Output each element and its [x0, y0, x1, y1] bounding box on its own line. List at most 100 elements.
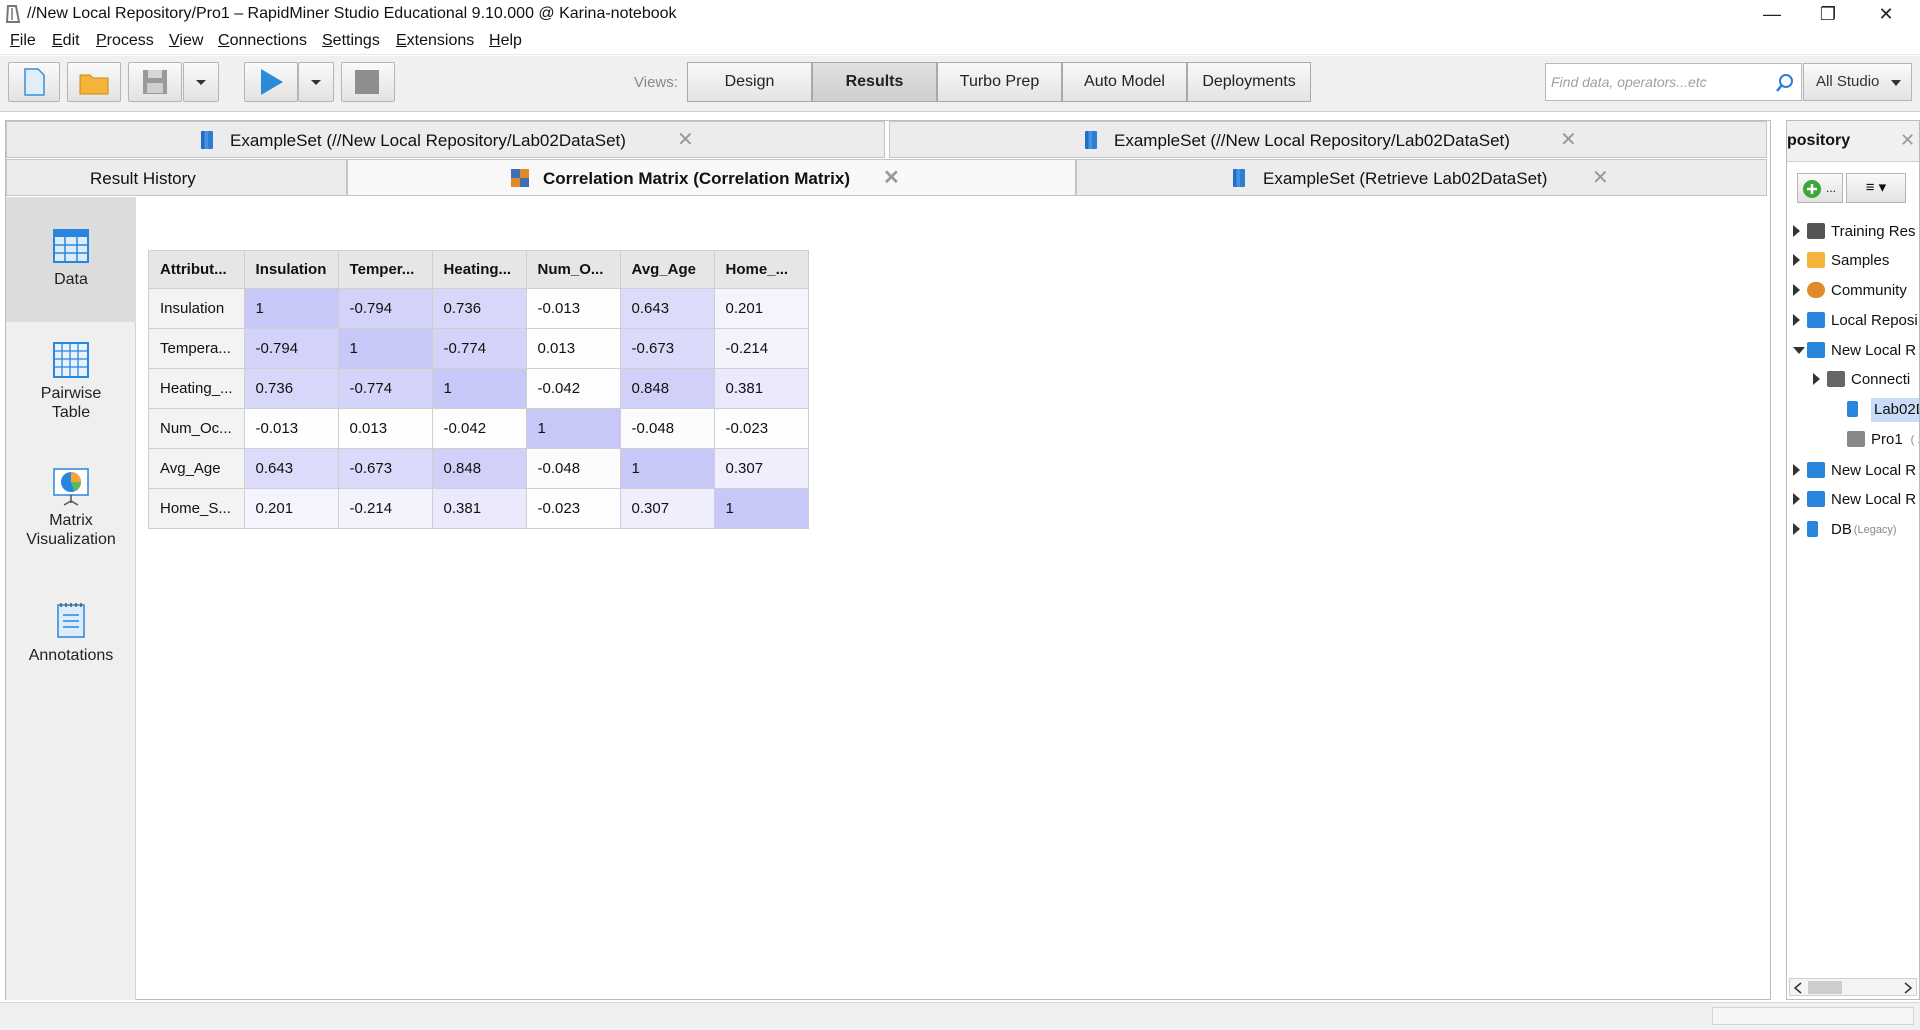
- chevron-right-icon[interactable]: [1793, 225, 1800, 237]
- correlation-cell[interactable]: 0.381: [713, 368, 809, 409]
- chevron-right-icon[interactable]: [1793, 254, 1800, 266]
- chevron-right-icon[interactable]: [1793, 314, 1800, 326]
- correlation-cell[interactable]: -0.794: [243, 328, 339, 369]
- add-repository-button[interactable]: ...: [1797, 173, 1843, 203]
- menu-edit[interactable]: Edit: [52, 32, 80, 50]
- close-window-button[interactable]: ✕: [1858, 0, 1914, 29]
- view-results-button[interactable]: Results: [812, 62, 937, 102]
- correlation-cell[interactable]: 0.013: [525, 328, 621, 369]
- correlation-cell[interactable]: -0.214: [713, 328, 809, 369]
- correlation-cell[interactable]: 0.013: [337, 408, 433, 449]
- chevron-right-icon[interactable]: [1813, 373, 1820, 385]
- column-header[interactable]: Avg_Age: [619, 250, 715, 289]
- repository-tree-item[interactable]: Lab02Da: [1787, 396, 1919, 424]
- menu-view[interactable]: View: [169, 32, 203, 50]
- repository-tree-item[interactable]: Local Reposi: [1787, 307, 1919, 335]
- search-icon[interactable]: [1775, 73, 1795, 93]
- correlation-cell[interactable]: 1: [619, 448, 715, 489]
- run-dropdown-button[interactable]: [298, 62, 334, 102]
- repository-tree-item[interactable]: Training Res: [1787, 218, 1919, 246]
- tab-exampleset-repository-2[interactable]: ExampleSet (//New Local Repository/Lab02…: [889, 121, 1767, 158]
- correlation-cell[interactable]: -0.774: [431, 328, 527, 369]
- close-tab-icon[interactable]: ✕: [883, 165, 900, 190]
- repository-tree-item[interactable]: New Local R: [1787, 457, 1919, 485]
- repository-tree-item[interactable]: New Local R: [1787, 486, 1919, 514]
- menu-extensions[interactable]: Extensions: [396, 32, 474, 50]
- menu-help[interactable]: Help: [489, 32, 522, 50]
- correlation-cell[interactable]: 0.201: [713, 288, 809, 329]
- column-header[interactable]: Home_...: [713, 250, 809, 289]
- correlation-cell[interactable]: 0.201: [243, 488, 339, 529]
- correlation-cell[interactable]: -0.042: [431, 408, 527, 449]
- correlation-cell[interactable]: -0.214: [337, 488, 433, 529]
- correlation-cell[interactable]: 1: [243, 288, 339, 329]
- correlation-cell[interactable]: -0.048: [525, 448, 621, 489]
- chevron-left-icon[interactable]: [1793, 982, 1803, 994]
- new-process-button[interactable]: [8, 62, 60, 102]
- correlation-cell[interactable]: -0.774: [337, 368, 433, 409]
- tab-result-history[interactable]: Result History: [6, 159, 347, 196]
- chevron-right-icon[interactable]: [1793, 284, 1800, 296]
- view-turbo-prep-button[interactable]: Turbo Prep: [937, 62, 1062, 102]
- save-button[interactable]: [128, 62, 182, 102]
- view-deployments-button[interactable]: Deployments: [1187, 62, 1311, 102]
- correlation-cell[interactable]: -0.048: [619, 408, 715, 449]
- correlation-cell[interactable]: -0.673: [337, 448, 433, 489]
- correlation-cell[interactable]: -0.023: [525, 488, 621, 529]
- sidebar-item-pairwise-table[interactable]: Pairwise Table: [6, 342, 136, 442]
- tab-exampleset-repository-1[interactable]: ExampleSet (//New Local Repository/Lab02…: [6, 121, 885, 158]
- chevron-right-icon[interactable]: [1903, 982, 1913, 994]
- row-header-cell[interactable]: Tempera...: [148, 328, 245, 369]
- correlation-cell[interactable]: 1: [713, 488, 809, 529]
- correlation-cell[interactable]: -0.023: [713, 408, 809, 449]
- chevron-right-icon[interactable]: [1793, 523, 1800, 535]
- run-process-button[interactable]: [244, 62, 298, 102]
- menu-process[interactable]: Process: [96, 32, 154, 50]
- menu-settings[interactable]: Settings: [322, 32, 380, 50]
- sidebar-item-annotations[interactable]: Annotations: [6, 601, 136, 671]
- column-header[interactable]: Insulation: [243, 250, 339, 289]
- row-header-cell[interactable]: Avg_Age: [148, 448, 245, 489]
- chevron-down-icon[interactable]: [1793, 347, 1805, 354]
- correlation-cell[interactable]: 0.736: [243, 368, 339, 409]
- correlation-cell[interactable]: 0.643: [243, 448, 339, 489]
- chevron-right-icon[interactable]: [1793, 493, 1800, 505]
- correlation-cell[interactable]: 1: [431, 368, 527, 409]
- correlation-cell[interactable]: 0.307: [713, 448, 809, 489]
- row-header-cell[interactable]: Insulation: [148, 288, 245, 329]
- search-scope-dropdown[interactable]: All Studio: [1803, 63, 1912, 101]
- correlation-cell[interactable]: 0.848: [431, 448, 527, 489]
- sidebar-item-data[interactable]: Data: [6, 197, 136, 322]
- view-design-button[interactable]: Design: [687, 62, 812, 102]
- chevron-right-icon[interactable]: [1793, 464, 1800, 476]
- repository-tree-item[interactable]: New Local R: [1787, 337, 1919, 365]
- global-search-field[interactable]: Find data, operators...etc: [1545, 63, 1802, 101]
- row-header-cell[interactable]: Num_Oc...: [148, 408, 245, 449]
- row-header-cell[interactable]: Heating_...: [148, 368, 245, 409]
- close-tab-icon[interactable]: ✕: [677, 127, 694, 152]
- correlation-cell[interactable]: -0.673: [619, 328, 715, 369]
- repository-tree-item[interactable]: Pro1 ( 10/: [1787, 426, 1919, 454]
- menu-connections[interactable]: Connections: [218, 32, 307, 50]
- view-auto-model-button[interactable]: Auto Model: [1062, 62, 1187, 102]
- correlation-cell[interactable]: 1: [525, 408, 621, 449]
- close-panel-icon[interactable]: ✕: [1900, 130, 1915, 151]
- correlation-cell[interactable]: -0.042: [525, 368, 621, 409]
- correlation-cell[interactable]: 1: [337, 328, 433, 369]
- maximize-button[interactable]: ❐: [1800, 0, 1856, 29]
- correlation-cell[interactable]: 0.381: [431, 488, 527, 529]
- stop-process-button[interactable]: [341, 62, 395, 102]
- correlation-cell[interactable]: 0.848: [619, 368, 715, 409]
- horizontal-scrollbar[interactable]: [1789, 978, 1917, 996]
- repository-tree-item[interactable]: Community: [1787, 277, 1919, 305]
- scrollbar-thumb[interactable]: [1808, 981, 1842, 994]
- repository-menu-button[interactable]: ≡ ▾: [1846, 173, 1906, 203]
- correlation-cell[interactable]: -0.013: [525, 288, 621, 329]
- correlation-cell[interactable]: 0.643: [619, 288, 715, 329]
- tab-exampleset-retrieve[interactable]: ExampleSet (Retrieve Lab02DataSet) ✕: [1076, 159, 1767, 196]
- repository-tree-item[interactable]: DB (Legacy): [1787, 516, 1919, 544]
- row-header-cell[interactable]: Home_S...: [148, 488, 245, 529]
- save-dropdown-button[interactable]: [183, 62, 219, 102]
- tab-correlation-matrix[interactable]: Correlation Matrix (Correlation Matrix) …: [347, 159, 1076, 196]
- sidebar-item-matrix-visualization[interactable]: Matrix Visualization: [6, 467, 136, 567]
